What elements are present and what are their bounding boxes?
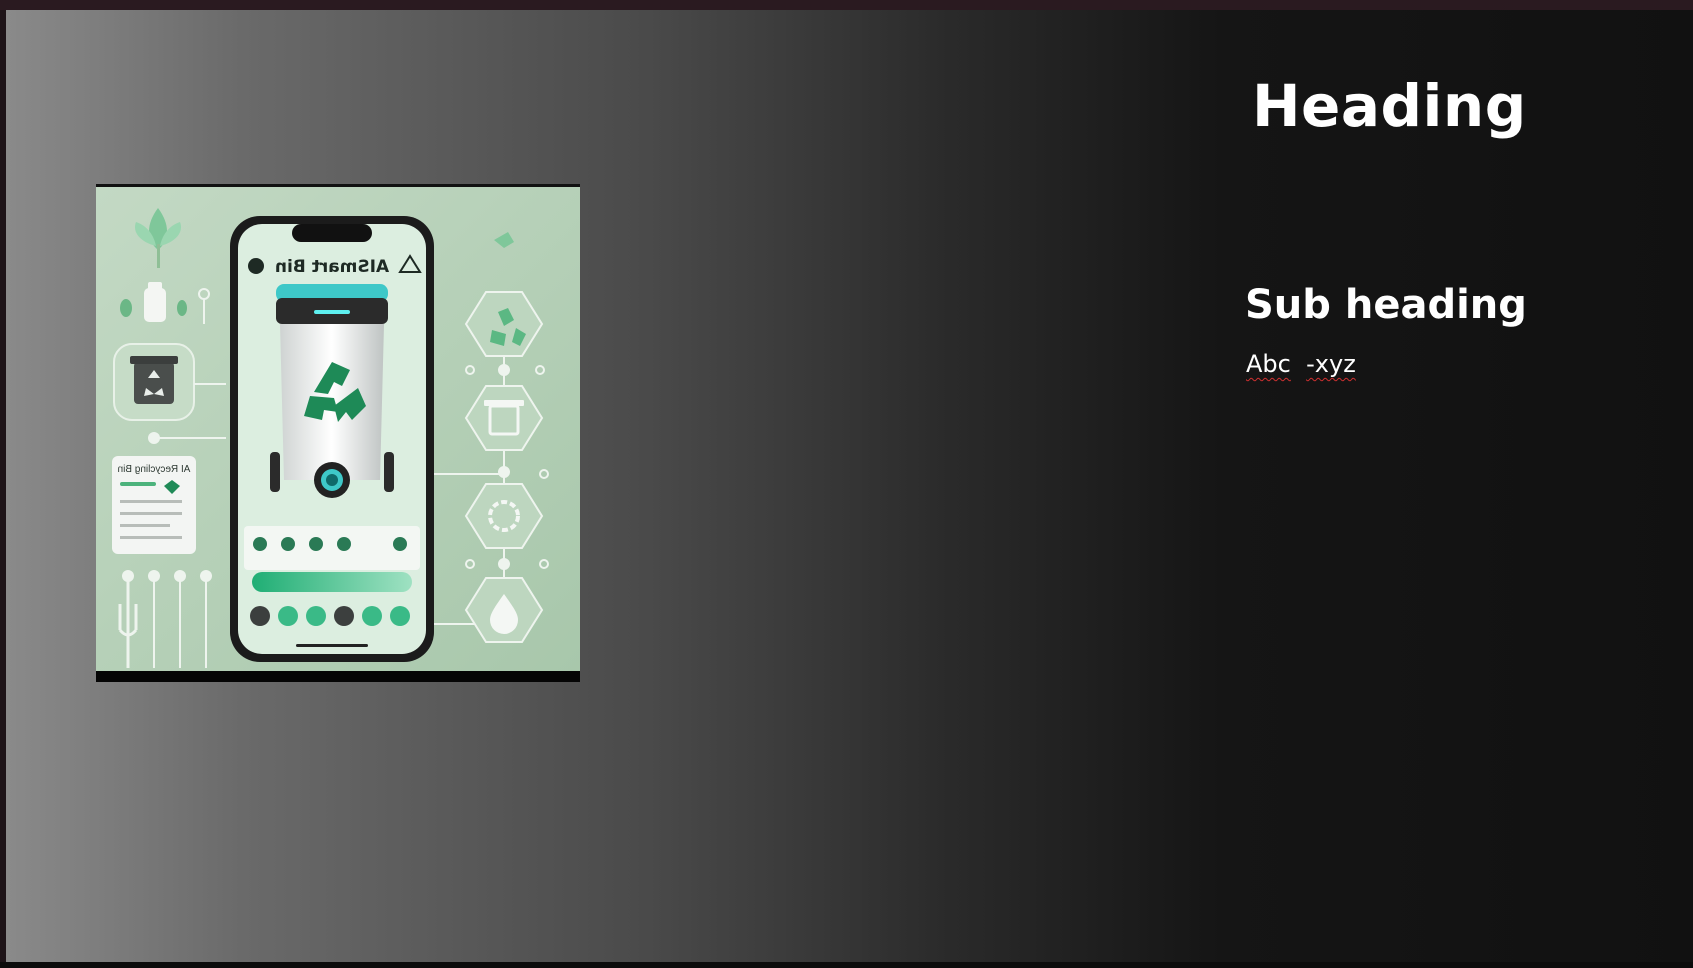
bottle-icon <box>144 288 166 322</box>
body-word-abc: Abc <box>1246 350 1291 378</box>
slide-subheading[interactable]: Sub heading <box>1245 282 1527 328</box>
trash-icon <box>113 343 195 421</box>
smart-bin-illustration: AI Recycling Bin AISmart Bin <box>96 184 580 682</box>
phone-app-title: AISmart Bin <box>275 257 389 277</box>
svg-text:AI Recycling Bin: AI Recycling Bin <box>118 464 191 475</box>
progress-bar <box>252 572 412 592</box>
phone-mockup: AISmart Bin <box>230 216 434 662</box>
window-bottom-strip <box>0 962 1693 968</box>
body-word-xyz: -xyz <box>1306 350 1356 378</box>
smart-bin-image[interactable]: AI Recycling Bin AISmart Bin <box>96 184 580 682</box>
slide-heading[interactable]: Heading <box>1252 72 1527 140</box>
window-top-strip <box>0 0 1693 10</box>
slide-body-text[interactable]: Abc -xyz <box>1246 350 1356 378</box>
recycling-card: AI Recycling Bin <box>112 456 196 554</box>
